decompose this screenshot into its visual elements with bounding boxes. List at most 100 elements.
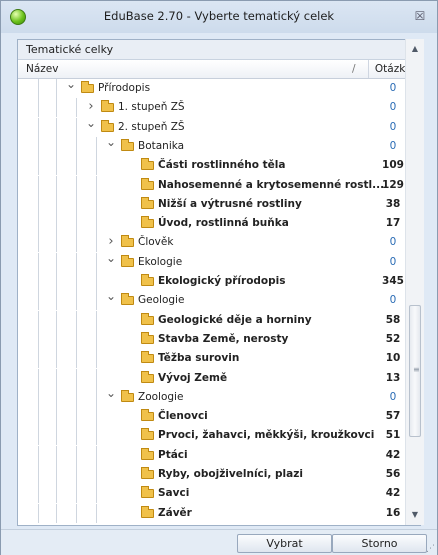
folder-icon [141, 216, 154, 228]
chevron-down-icon[interactable]: ⌄ [106, 287, 116, 306]
tree-guide-line [38, 426, 39, 445]
tree-guide-line [76, 195, 77, 214]
tree-topic-row[interactable]: Ptáci 42 [18, 446, 422, 465]
tree-guide-line [38, 98, 39, 117]
tree-group-row[interactable]: ⌄ Geologie 0 [18, 289, 422, 310]
tree-topic-row[interactable]: Stavba Země, nerosty 52 [18, 330, 422, 349]
folder-icon [141, 313, 154, 325]
tree-group-row[interactable]: ⌄ Ekologie 0 [18, 251, 422, 272]
tree-item-label: Závěr [158, 507, 192, 519]
tree-guide-line [56, 156, 57, 175]
tree-topic-row[interactable]: Geologické děje a horniny 58 [18, 311, 422, 330]
close-button[interactable]: ☒ [411, 7, 429, 25]
tree-group-row[interactable]: ⌄ 2. stupeň ZŠ 0 [18, 116, 422, 137]
tree-topic-row[interactable]: Těžba surovin 10 [18, 349, 422, 368]
chevron-down-icon[interactable]: ⌄ [106, 384, 116, 403]
tree-guide-line [76, 330, 77, 349]
tree-guide-line [38, 195, 39, 214]
chevron-down-icon[interactable]: ⌄ [66, 79, 76, 94]
folder-icon [141, 486, 154, 498]
tree-group-row[interactable]: › Člověk 0 [18, 233, 422, 252]
tree-guide-line [38, 504, 39, 523]
tree-group-row[interactable]: ⌄ Přírodopis 0 [18, 79, 422, 98]
tree-guide-line [76, 291, 77, 310]
tree-item-label: Ekologie [138, 256, 183, 268]
tree-guide-line [76, 233, 77, 252]
tree-group-row[interactable]: ⌄ Zoologie 0 [18, 386, 422, 407]
tree-guide-line [56, 233, 57, 252]
tree-item-label: 1. stupeň ZŠ [118, 101, 185, 113]
tree-guide-line [38, 253, 39, 272]
tree-topic-row[interactable]: Nahosemenné a krytosemenné rostl... 129 [18, 176, 422, 195]
folder-icon [141, 158, 154, 170]
tree-guide-line [56, 195, 57, 214]
tree-guide-line [56, 446, 57, 465]
tree-guide-line [38, 214, 39, 233]
tree-guide-line [96, 214, 97, 233]
tree-guide-line [56, 388, 57, 407]
tree-topic-row[interactable]: Nižší a výtrusné rostliny 38 [18, 195, 422, 214]
column-name-header[interactable]: Název [26, 60, 58, 78]
chevron-down-icon[interactable]: ⌄ [86, 114, 96, 133]
tree-guide-line [76, 446, 77, 465]
tree-item-label: Geologické děje a horniny [158, 314, 312, 326]
tree-topic-row[interactable]: Členovci 57 [18, 407, 422, 426]
tree-guide-line [56, 369, 57, 388]
folder-icon [101, 120, 114, 132]
folder-icon [141, 428, 154, 440]
tree-guide-line [56, 253, 57, 272]
tree-guide-line [76, 407, 77, 426]
select-button[interactable]: Vybrat [237, 534, 332, 553]
tree-item-label: Úvod, rostlinná buňka [158, 217, 289, 229]
vertical-scrollbar[interactable]: ▲ ≡ ▼ [405, 39, 424, 525]
tree-guide-line [76, 426, 77, 445]
tree-guide-line [38, 369, 39, 388]
panel-header: Tematické celky [18, 40, 420, 60]
tree-item-label: Ryby, obojživelníci, plazi [158, 468, 303, 480]
resize-grip-icon[interactable]: ⋰ [426, 544, 435, 554]
tree-group-row[interactable]: › 1. stupeň ZŠ 0 [18, 98, 422, 117]
folder-icon [121, 390, 134, 402]
tree-item-label: Zoologie [138, 391, 184, 403]
chevron-down-icon[interactable]: ⌄ [106, 249, 116, 268]
tree-group-row[interactable]: ⌄ Botanika 0 [18, 135, 422, 156]
tree-topic-row[interactable]: Závěr 16 [18, 504, 422, 523]
tree-topic-row[interactable]: Savci 42 [18, 484, 422, 503]
tree-item-label: Členovci [158, 410, 208, 422]
tree-guide-line [76, 369, 77, 388]
folder-icon [141, 178, 154, 190]
folder-icon [141, 197, 154, 209]
scroll-up-arrow-icon[interactable]: ▲ [406, 41, 424, 57]
chevron-down-icon[interactable]: ⌄ [106, 133, 116, 152]
cancel-button[interactable]: Storno [332, 534, 427, 553]
folder-icon [101, 100, 114, 112]
tree-guide-line [76, 253, 77, 272]
tree-topic-row[interactable]: Prvoci, žahavci, měkkýši, kroužkovci 51 [18, 426, 422, 445]
tree-guide-line [96, 291, 97, 310]
tree-topic-row[interactable]: Ekologický přírodopis 345 [18, 272, 422, 291]
scrollbar-thumb[interactable]: ≡ [409, 305, 421, 437]
tree-item-label: Člověk [138, 236, 174, 248]
folder-icon [121, 293, 134, 305]
tree-guide-line [56, 176, 57, 195]
tree-guide-line [56, 484, 57, 503]
tree-topic-row[interactable]: Vývoj Země 13 [18, 369, 422, 388]
tree-guide-line [38, 349, 39, 368]
tree-guide-line [38, 330, 39, 349]
tree-guide-line [96, 426, 97, 445]
tree-item-label: Nižší a výtrusné rostliny [158, 198, 302, 210]
column-divider[interactable] [368, 60, 369, 78]
tree-topic-row[interactable]: Ryby, obojživelníci, plazi 56 [18, 465, 422, 484]
tree-guide-line [96, 330, 97, 349]
tree-guide-line [96, 156, 97, 175]
tree-guide-line [96, 407, 97, 426]
folder-icon [121, 235, 134, 247]
tree-guide-line [38, 407, 39, 426]
scroll-down-arrow-icon[interactable]: ▼ [406, 507, 424, 523]
tree-item-label: Botanika [138, 140, 185, 152]
tree-topic-row[interactable]: Části rostlinného těla 109 [18, 156, 422, 175]
tree-topic-row[interactable]: Úvod, rostlinná buňka 17 [18, 214, 422, 233]
tree-guide-line [96, 465, 97, 484]
tree-guide-line [38, 233, 39, 252]
tree-guide-line [96, 446, 97, 465]
